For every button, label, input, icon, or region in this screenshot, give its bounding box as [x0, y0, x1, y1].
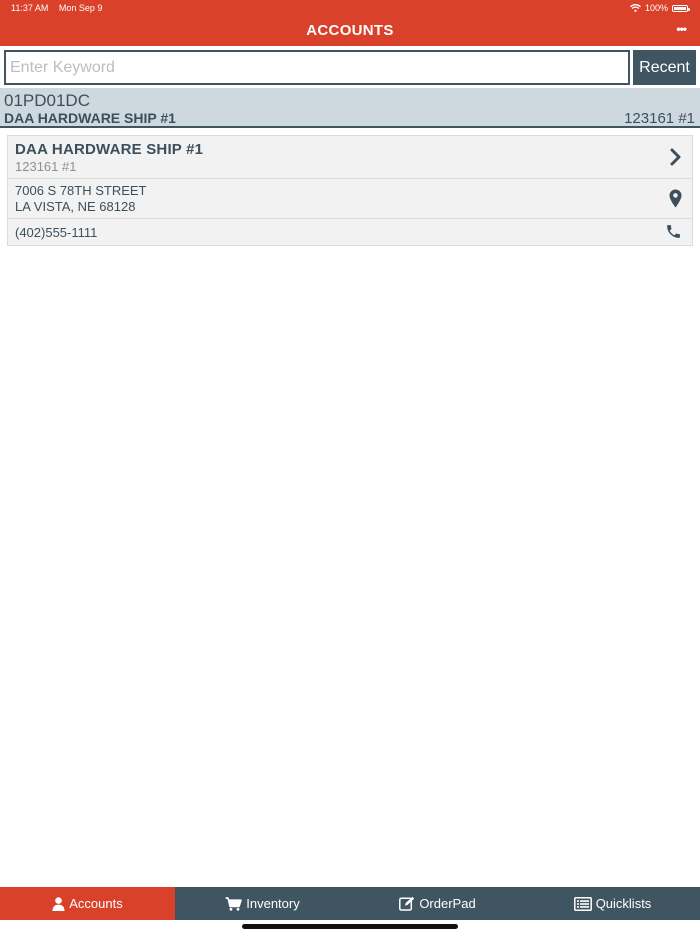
- account-number: 123161 #1: [15, 159, 77, 174]
- address-line-2: LA VISTA, NE 68128: [15, 199, 136, 214]
- status-right: 100%: [630, 3, 690, 13]
- map-pin-icon: [669, 189, 682, 208]
- battery-percent: 100%: [644, 3, 668, 13]
- account-phone-row[interactable]: (402)555-1111: [8, 219, 692, 245]
- recent-button[interactable]: Recent: [633, 50, 696, 85]
- status-left: 11:37 AM Mon Sep 9: [11, 3, 110, 13]
- page-title: ACCOUNTS: [306, 22, 394, 39]
- search-bar: Recent: [0, 46, 700, 88]
- tab-inventory[interactable]: Inventory: [175, 887, 350, 920]
- home-indicator: [242, 924, 458, 929]
- tab-inventory-label: Inventory: [246, 896, 300, 911]
- account-card: DAA HARDWARE SHIP #1 123161 #1 7006 S 78…: [7, 135, 693, 246]
- address-line-1: 7006 S 78TH STREET: [15, 183, 147, 198]
- selected-account-banner: 01PD01DC DAA HARDWARE SHIP #1 123161 #1: [0, 88, 700, 128]
- status-bar: 11:37 AM Mon Sep 9 100%: [0, 0, 700, 16]
- account-name: DAA HARDWARE SHIP #1: [15, 141, 204, 158]
- selected-account-name: DAA HARDWARE SHIP #1: [4, 110, 176, 126]
- cart-icon: [225, 896, 243, 911]
- tab-accounts[interactable]: Accounts: [0, 887, 175, 920]
- wifi-icon: [630, 4, 641, 12]
- tab-quicklists[interactable]: Quicklists: [525, 887, 700, 920]
- list-icon: [573, 896, 592, 911]
- phone-number: (402)555-1111: [15, 225, 98, 240]
- status-time: 11:37 AM: [11, 3, 49, 13]
- app-header: 11:37 AM Mon Sep 9 100% ACCOUNTS •••: [0, 0, 700, 46]
- selected-account-number: 123161 #1: [624, 110, 695, 127]
- edit-icon: [399, 896, 415, 911]
- bottom-tab-bar: Accounts Inventory OrderPad Quicklists: [0, 887, 700, 920]
- tab-orderpad-label: OrderPad: [419, 896, 476, 911]
- tab-orderpad[interactable]: OrderPad: [350, 887, 525, 920]
- person-icon: [52, 896, 65, 911]
- selected-account-code: 01PD01DC: [4, 91, 90, 110]
- phone-icon: [667, 225, 680, 238]
- account-address-row[interactable]: 7006 S 78TH STREET LA VISTA, NE 68128: [8, 179, 692, 219]
- more-options-button[interactable]: •••: [676, 22, 687, 36]
- keyword-search-input[interactable]: [4, 50, 630, 85]
- status-date: Mon Sep 9: [58, 3, 103, 13]
- account-detail-row[interactable]: DAA HARDWARE SHIP #1 123161 #1: [8, 136, 692, 179]
- tab-quicklists-label: Quicklists: [595, 896, 652, 911]
- battery-icon: [672, 4, 690, 12]
- tab-accounts-label: Accounts: [69, 896, 123, 911]
- chevron-right-icon: [670, 148, 681, 166]
